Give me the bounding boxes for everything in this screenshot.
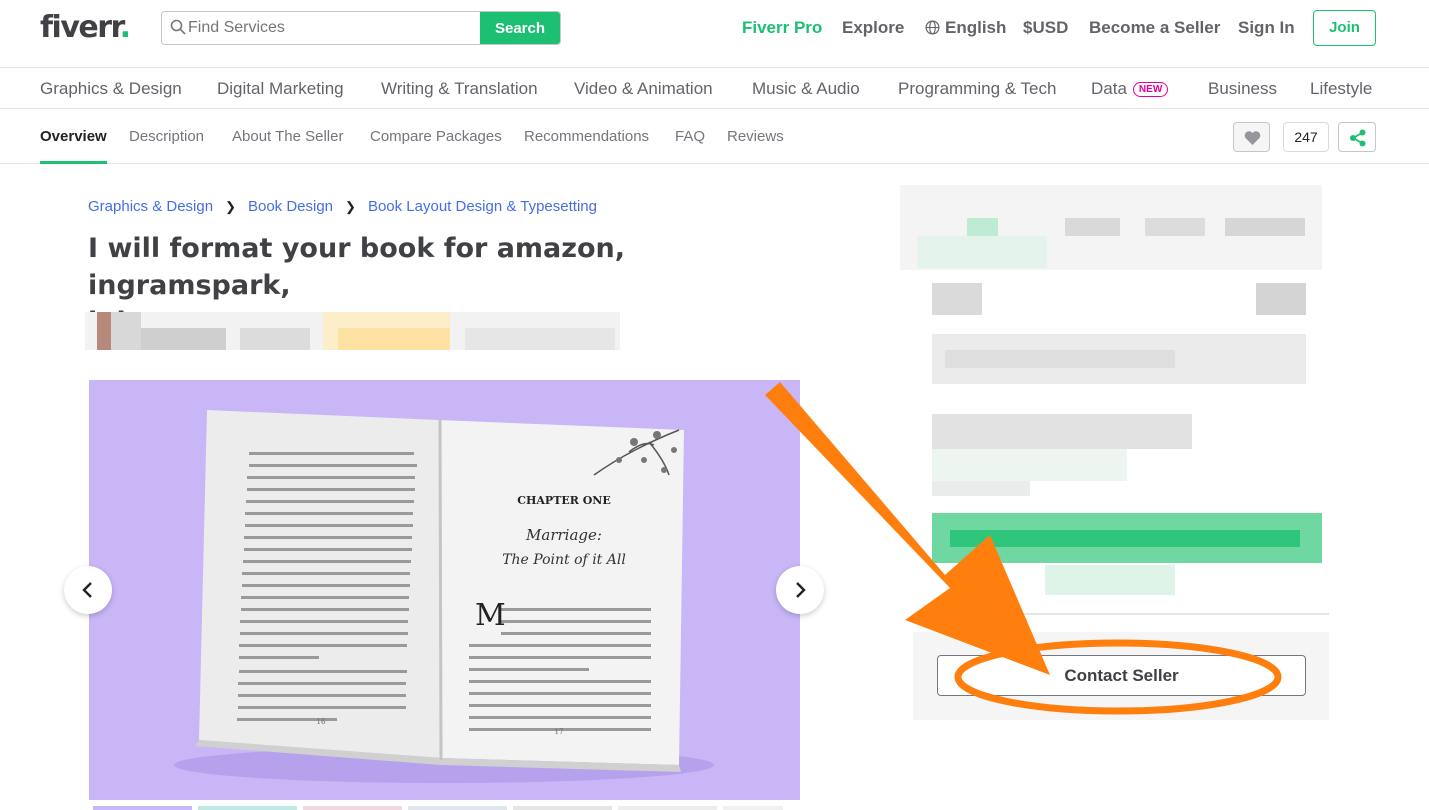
new-badge: NEW	[1132, 82, 1169, 97]
category-bar: Graphics & Design Digital Marketing Writ…	[0, 68, 1429, 109]
category-data[interactable]: Data NEW	[1091, 79, 1169, 99]
become-seller-link[interactable]: Become a Seller	[1089, 18, 1220, 38]
thumbnail-6[interactable]	[618, 806, 717, 810]
gig-subnav: Overview Description About The Seller Co…	[0, 109, 1429, 164]
tab-overview[interactable]: Overview	[40, 128, 107, 164]
tab-recommendations[interactable]: Recommendations	[524, 128, 649, 145]
join-button[interactable]: Join	[1313, 10, 1376, 46]
like-button[interactable]	[1233, 122, 1270, 152]
chevron-right-icon: ❯	[225, 199, 236, 214]
svg-text:The Point of it All: The Point of it All	[502, 552, 626, 568]
category-video-animation[interactable]: Video & Animation	[574, 79, 713, 99]
chevron-right-icon	[796, 582, 806, 598]
fiverr-pro-link[interactable]: Fiverr Pro	[742, 18, 822, 38]
svg-text:16: 16	[317, 718, 326, 726]
tab-reviews[interactable]: Reviews	[727, 128, 784, 145]
thumbnail-5[interactable]	[513, 806, 612, 810]
search-input[interactable]	[188, 12, 482, 44]
share-icon	[1350, 129, 1366, 147]
search-bar: Search	[161, 11, 561, 45]
heart-icon	[1244, 131, 1261, 145]
share-button[interactable]	[1338, 122, 1376, 152]
category-business[interactable]: Business	[1208, 79, 1277, 99]
thumbnail-1[interactable]	[93, 806, 192, 810]
category-data-label: Data	[1091, 79, 1127, 98]
category-digital-marketing[interactable]: Digital Marketing	[217, 79, 344, 99]
breadcrumb-book-layout[interactable]: Book Layout Design & Typesetting	[368, 198, 597, 215]
breadcrumb-graphics-design[interactable]: Graphics & Design	[88, 198, 213, 215]
gallery-prev-button[interactable]	[64, 566, 112, 614]
sign-in-link[interactable]: Sign In	[1238, 18, 1295, 38]
chevron-left-icon	[82, 582, 92, 598]
breadcrumb: Graphics & Design ❯ Book Design ❯ Book Layou…	[88, 198, 597, 215]
gallery-next-button[interactable]	[776, 566, 824, 614]
svg-text:Marriage:: Marriage:	[525, 526, 602, 544]
top-header: fiverr. Search Fiverr Pro Explore Englis…	[0, 0, 1429, 68]
tab-about-seller[interactable]: About The Seller	[232, 128, 343, 145]
svg-text:17: 17	[555, 728, 564, 736]
category-writing-translation[interactable]: Writing & Translation	[381, 79, 538, 99]
tab-compare-packages[interactable]: Compare Packages	[370, 128, 502, 145]
book-mockup-image: CHAPTER ONE Marriage: The Point of it Al…	[174, 410, 714, 783]
gig-title-line-1: I will format your book for amazon, ingr…	[88, 233, 626, 301]
fiverr-logo[interactable]: fiverr.	[40, 10, 131, 45]
thumbnail-2[interactable]	[198, 806, 297, 810]
category-music-audio[interactable]: Music & Audio	[752, 79, 860, 99]
like-count: 247	[1283, 122, 1329, 152]
category-lifestyle[interactable]: Lifestyle	[1310, 79, 1372, 99]
search-button[interactable]: Search	[480, 12, 560, 44]
category-graphics-design[interactable]: Graphics & Design	[40, 79, 182, 99]
svg-text:M: M	[475, 598, 506, 633]
thumbnail-3[interactable]	[303, 806, 402, 810]
chevron-right-icon: ❯	[345, 199, 356, 214]
language-selector[interactable]: English	[925, 18, 1006, 38]
currency-selector[interactable]: $USD	[1023, 18, 1068, 38]
thumbnail-4[interactable]	[408, 806, 507, 810]
thumbnail-7[interactable]	[723, 806, 783, 810]
search-icon	[170, 19, 186, 35]
breadcrumb-book-design[interactable]: Book Design	[248, 198, 333, 215]
tab-description[interactable]: Description	[129, 128, 204, 145]
svg-text:CHAPTER ONE: CHAPTER ONE	[517, 494, 611, 507]
gig-gallery[interactable]: CHAPTER ONE Marriage: The Point of it Al…	[89, 380, 800, 800]
contact-seller-button[interactable]: Contact Seller	[937, 655, 1306, 696]
category-programming-tech[interactable]: Programming & Tech	[898, 79, 1056, 99]
language-label: English	[945, 18, 1007, 37]
tab-faq[interactable]: FAQ	[675, 128, 705, 145]
explore-link[interactable]: Explore	[842, 18, 904, 38]
globe-icon	[925, 20, 940, 35]
